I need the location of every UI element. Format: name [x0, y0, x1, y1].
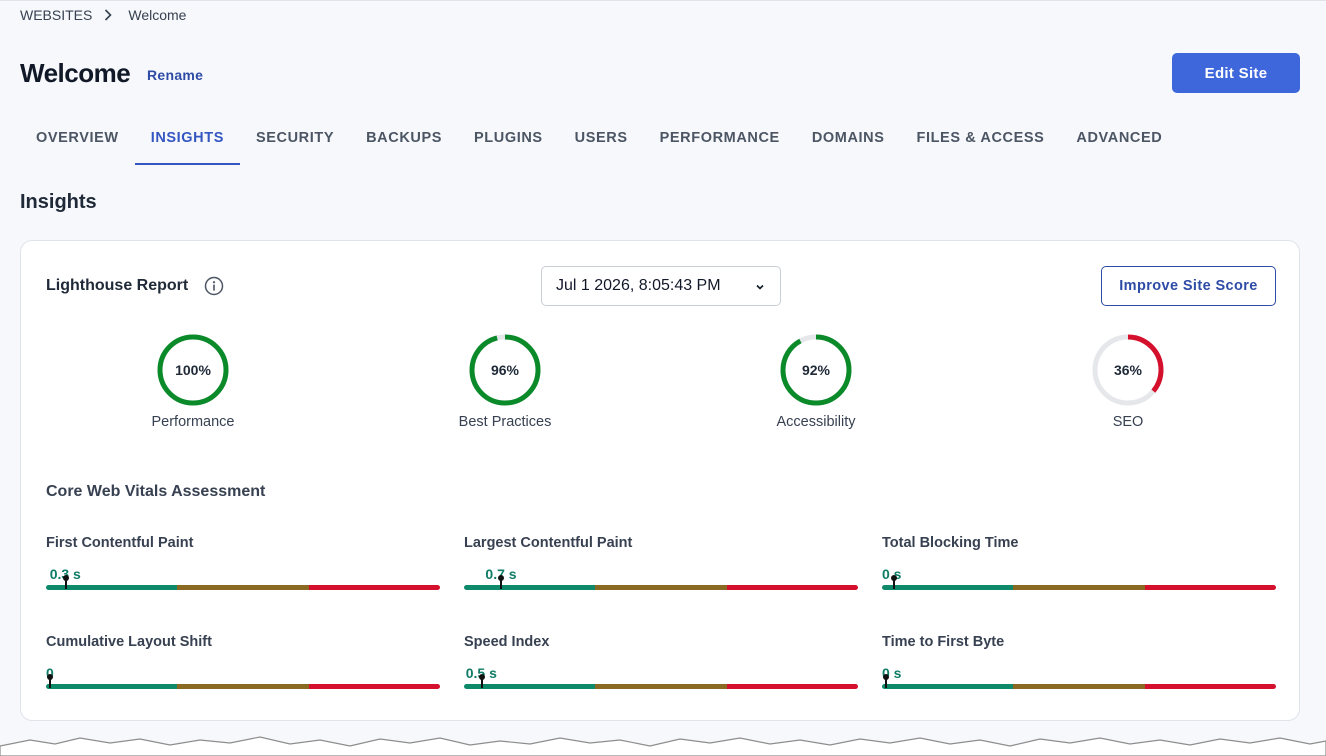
- metric-cumulative-layout-shift: Cumulative Layout Shift 0: [46, 634, 440, 689]
- report-date-select[interactable]: Jul 1 2026, 8:05:43 PM: [541, 266, 781, 306]
- metric-bar: [464, 684, 858, 689]
- gauge-label: SEO: [1112, 414, 1144, 430]
- tab-plugins[interactable]: PLUGINS: [458, 112, 559, 165]
- metric-first-contentful-paint: First Contentful Paint 0.3 s: [46, 535, 440, 590]
- chevron-right-icon: [104, 9, 112, 21]
- metric-time-to-first-byte: Time to First Byte 0 s: [882, 634, 1276, 689]
- tab-users[interactable]: USERS: [559, 112, 644, 165]
- gauge-accessibility: 92% Accessibility: [736, 332, 896, 430]
- breadcrumb-current: Welcome: [128, 7, 187, 23]
- metric-marker: [46, 674, 53, 688]
- metric-marker: [882, 674, 889, 688]
- improve-site-score-button[interactable]: Improve Site Score: [1101, 266, 1276, 306]
- metric-bar: [882, 585, 1276, 590]
- tab-insights[interactable]: INSIGHTS: [134, 112, 240, 165]
- metric-bar: [46, 684, 440, 689]
- tab-files-access[interactable]: FILES & ACCESS: [901, 112, 1061, 165]
- metric-bar: [882, 684, 1276, 689]
- tab-bar: OVERVIEW INSIGHTS SECURITY BACKUPS PLUGI…: [20, 112, 1178, 165]
- edit-site-button[interactable]: Edit Site: [1172, 53, 1300, 93]
- metric-name: Largest Contentful Paint: [464, 535, 633, 551]
- metric-name: Cumulative Layout Shift: [46, 634, 212, 650]
- breadcrumb: WEBSITES Welcome: [20, 7, 186, 23]
- gauge-ring: 92%: [780, 334, 852, 406]
- lighthouse-report-title: Lighthouse Report: [46, 277, 189, 294]
- gauge-label: Accessibility: [776, 414, 856, 430]
- gauge-ring: 96%: [469, 334, 541, 406]
- tab-overview[interactable]: OVERVIEW: [20, 112, 135, 165]
- svg-text:100%: 100%: [175, 362, 211, 378]
- tab-domains[interactable]: DOMAINS: [796, 112, 901, 165]
- section-title: Insights: [20, 191, 97, 213]
- rename-link[interactable]: Rename: [147, 67, 203, 83]
- gauge-label: Best Practices: [458, 414, 552, 430]
- metric-bar: [464, 585, 858, 590]
- report-date-value: Jul 1 2026, 8:05:43 PM: [556, 277, 721, 294]
- top-border: [0, 0, 1326, 1]
- metric-name: Time to First Byte: [882, 634, 1005, 650]
- metric-name: Speed Index: [464, 634, 550, 650]
- tab-advanced[interactable]: ADVANCED: [1060, 112, 1178, 165]
- metric-marker: [478, 674, 485, 688]
- svg-text:36%: 36%: [1114, 362, 1143, 378]
- tab-performance[interactable]: PERFORMANCE: [644, 112, 796, 165]
- metric-largest-contentful-paint: Largest Contentful Paint 0.7 s: [464, 535, 858, 590]
- torn-edge: [0, 736, 1326, 756]
- metric-speed-index: Speed Index 0.5 s: [464, 634, 858, 689]
- gauge-ring: 36%: [1092, 334, 1164, 406]
- chevron-down-icon: [754, 280, 766, 298]
- metric-name: First Contentful Paint: [46, 535, 194, 551]
- lighthouse-card: Lighthouse Report Jul 1 2026, 8:05:43 PM…: [20, 240, 1300, 721]
- gauge-best-practices: 96% Best Practices: [425, 332, 585, 430]
- metric-bar: [46, 585, 440, 590]
- metric-name: Total Blocking Time: [882, 535, 1019, 551]
- metric-marker: [890, 575, 897, 589]
- cwv-title: Core Web Vitals Assessment: [46, 483, 266, 500]
- gauge-performance: 100% Performance: [113, 332, 273, 430]
- tab-security[interactable]: SECURITY: [240, 112, 350, 165]
- info-icon[interactable]: [204, 276, 224, 296]
- metric-total-blocking-time: Total Blocking Time 0 s: [882, 535, 1276, 590]
- page-title: Welcome: [20, 58, 131, 88]
- svg-text:96%: 96%: [491, 362, 520, 378]
- metric-marker: [498, 575, 505, 589]
- metric-marker: [62, 575, 69, 589]
- svg-text:92%: 92%: [802, 362, 831, 378]
- gauge-seo: 36% SEO: [1048, 332, 1208, 430]
- breadcrumb-root-link[interactable]: WEBSITES: [20, 7, 92, 23]
- tab-backups[interactable]: BACKUPS: [350, 112, 458, 165]
- gauge-ring: 100%: [157, 334, 229, 406]
- gauge-label: Performance: [151, 414, 235, 430]
